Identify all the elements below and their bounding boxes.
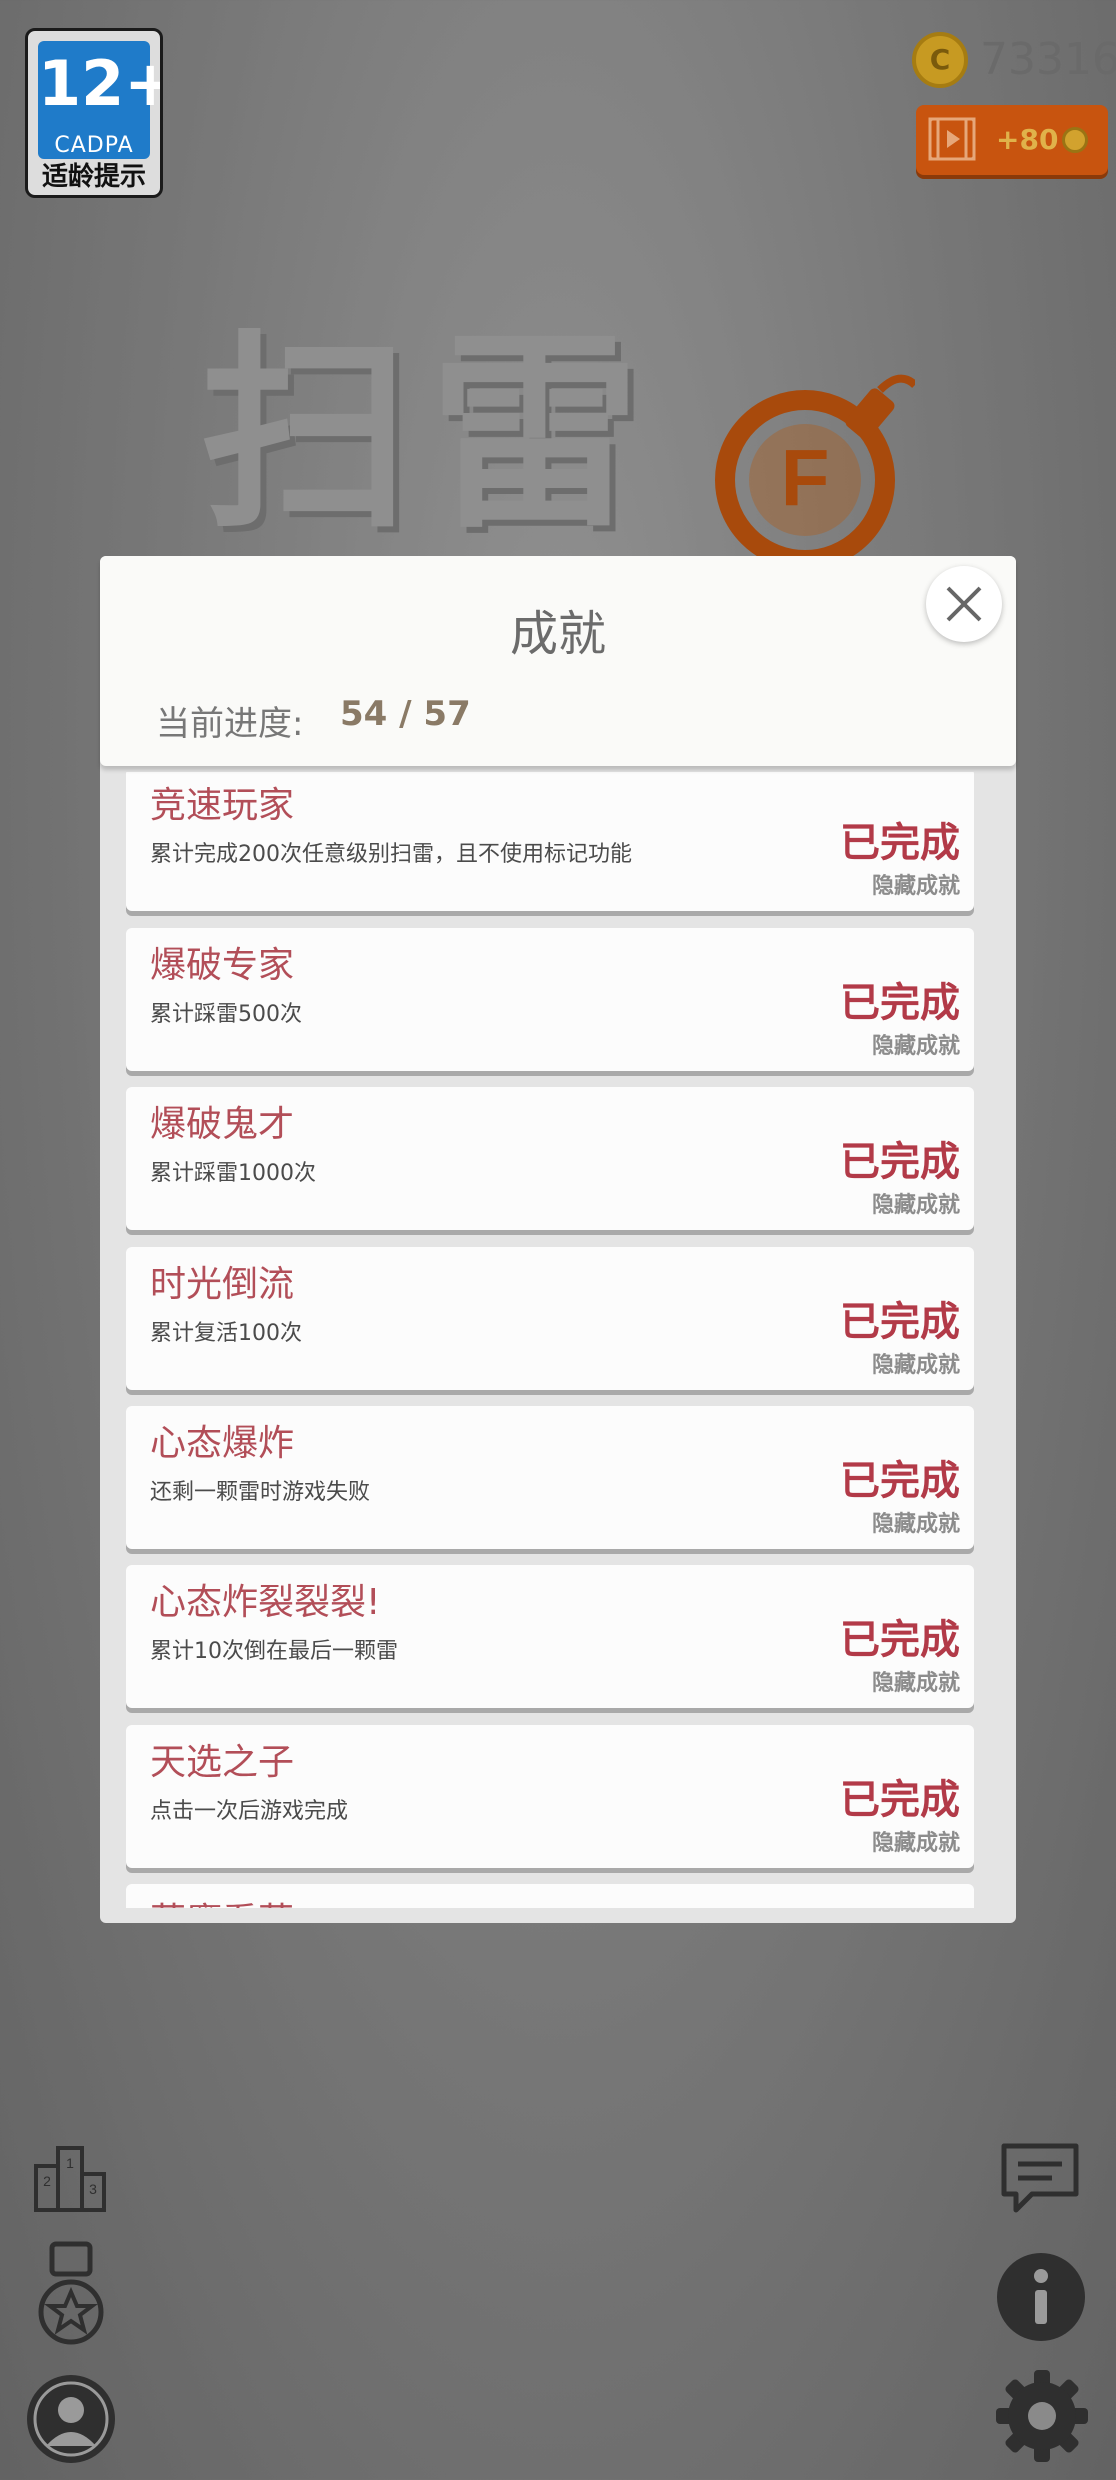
achievement-description: 点击一次后游戏完成 (150, 1799, 349, 1824)
close-button[interactable] (926, 566, 1002, 642)
achievement-title: 时光倒流 (150, 1264, 295, 1305)
progress-value: 54 / 57 (340, 694, 471, 734)
achievement-title: 爆破鬼才 (150, 1104, 295, 1145)
achievement-status: 已完成 (840, 820, 960, 866)
svg-text:2: 2 (43, 2173, 51, 2189)
svg-text:3: 3 (89, 2181, 97, 2197)
achievement-card[interactable]: 天选之子 点击一次后游戏完成 已完成 隐藏成就 (126, 1725, 974, 1868)
small-coin-icon (1062, 127, 1088, 153)
coin-count: 73316 (980, 34, 1116, 85)
achievement-tag: 隐藏成就 (871, 1671, 960, 1696)
coin-icon: C (912, 32, 968, 88)
info-icon[interactable] (996, 2252, 1086, 2342)
achievement-card[interactable]: 心态炸裂裂裂! 累计10次倒在最后一颗雷 已完成 隐藏成就 (126, 1565, 974, 1708)
achievement-tag: 隐藏成就 (871, 1512, 960, 1537)
settings-gear-icon[interactable] (994, 2368, 1090, 2464)
svg-text:1: 1 (66, 2155, 74, 2171)
dialog-header: 成就 当前进度: 54 / 57 (100, 556, 1016, 766)
medal-icon[interactable] (34, 2240, 108, 2350)
reward-amount: +80 (996, 123, 1059, 156)
game-logo-text: 扫雷 (200, 312, 661, 557)
watch-video-reward-button[interactable]: +80 (916, 105, 1108, 175)
achievement-tag: 隐藏成就 (871, 1353, 960, 1378)
bomb-logo-icon: F (715, 374, 915, 570)
achievement-status: 已完成 (840, 1617, 960, 1663)
achievement-status: 已完成 (840, 1139, 960, 1185)
achievements-dialog: 成就 当前进度: 54 / 57 竞速玩家 累计完成200次任意级别扫雷，且不使… (100, 556, 1016, 1923)
achievement-card[interactable]: 心态爆炸 还剩一颗雷时游戏失败 已完成 隐藏成就 (126, 1406, 974, 1549)
film-icon (928, 117, 976, 161)
achievement-card[interactable]: 竞速玩家 累计完成200次任意级别扫雷，且不使用标记功能 已完成 隐藏成就 (126, 772, 974, 911)
age-rating-number: 12+ (38, 47, 163, 120)
achievement-card[interactable]: 时光倒流 累计复活100次 已完成 隐藏成就 (126, 1247, 974, 1390)
achievement-tag: 隐藏成就 (871, 1831, 960, 1856)
achievement-status: 已完成 (840, 980, 960, 1026)
achievement-title: 心态爆炸 (150, 1423, 295, 1464)
achievement-tag: 隐藏成就 (871, 1193, 960, 1218)
achievement-list[interactable]: 竞速玩家 累计完成200次任意级别扫雷，且不使用标记功能 已完成 隐藏成就 爆破… (100, 772, 1016, 1908)
age-rating-panel: 12+ CADPA (38, 41, 163, 159)
dialog-title: 成就 (509, 606, 606, 662)
achievement-card[interactable]: 爆破专家 累计踩雷500次 已完成 隐藏成就 (126, 928, 974, 1071)
achievement-card[interactable]: 菜鹰看菜 (126, 1884, 974, 1908)
age-rating-badge: 12+ CADPA 适龄提示 (25, 28, 163, 198)
achievement-title: 心态炸裂裂裂! (150, 1582, 381, 1623)
age-rating-org: CADPA (54, 133, 134, 158)
achievement-description: 累计完成200次任意级别扫雷，且不使用标记功能 (150, 842, 632, 867)
achievement-description: 累计踩雷500次 (150, 1002, 302, 1027)
leaderboard-icon[interactable]: 1 2 3 (32, 2142, 108, 2214)
age-rating-label: 适龄提示 (41, 162, 146, 192)
achievement-description: 累计复活100次 (150, 1321, 302, 1346)
achievement-title: 爆破专家 (150, 945, 295, 986)
achievement-status: 已完成 (840, 1458, 960, 1504)
achievement-title: 天选之子 (150, 1742, 295, 1783)
achievement-title: 菜鹰看菜 (150, 1892, 294, 1908)
achievement-title: 竞速玩家 (150, 785, 295, 826)
achievement-tag: 隐藏成就 (871, 874, 960, 899)
achievement-status: 已完成 (840, 1299, 960, 1345)
profile-avatar-icon[interactable] (26, 2374, 116, 2464)
achievement-status: 已完成 (840, 1777, 960, 1823)
achievement-description: 累计10次倒在最后一颗雷 (150, 1639, 398, 1664)
progress-label: 当前进度: (156, 704, 304, 744)
bomb-logo-letter: F (781, 433, 830, 522)
achievement-description: 还剩一颗雷时游戏失败 (150, 1480, 371, 1505)
achievement-card[interactable]: 爆破鬼才 累计踩雷1000次 已完成 隐藏成就 (126, 1087, 974, 1230)
close-icon (946, 586, 982, 622)
chat-icon[interactable] (998, 2140, 1082, 2216)
achievement-tag: 隐藏成就 (871, 1034, 960, 1059)
achievement-description: 累计踩雷1000次 (150, 1161, 316, 1186)
